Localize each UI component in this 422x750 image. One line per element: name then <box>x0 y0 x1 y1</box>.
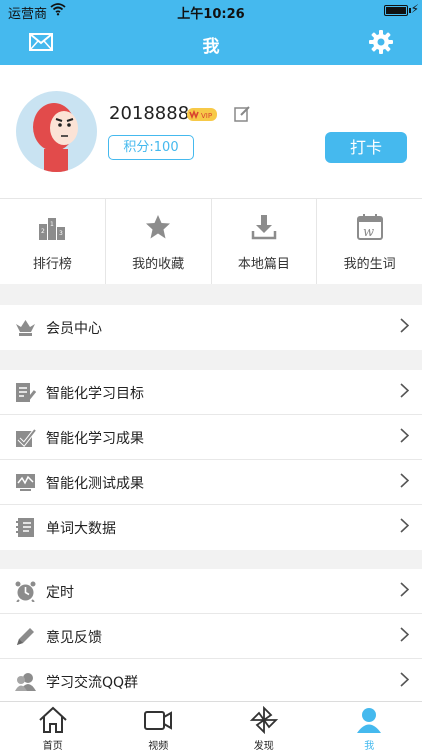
tab-label: 首页 <box>42 741 63 750</box>
svg-text:1: 1 <box>50 221 54 228</box>
menu-item-label: 定时 <box>46 585 74 601</box>
podium-icon: 2 1 3 <box>39 218 66 240</box>
username: 2018888 <box>109 103 190 124</box>
svg-text:3: 3 <box>59 230 63 237</box>
word-calendar-icon: w <box>356 214 383 240</box>
vip-badge: VIP <box>187 108 217 121</box>
tab-label: 我 <box>364 741 375 750</box>
quick-link-label: 我的收藏 <box>132 257 185 272</box>
chevron-right-icon <box>400 318 409 333</box>
menu-item-learning-results[interactable]: 智能化学习成果 <box>0 415 422 460</box>
menu-item-timer[interactable]: 定时 <box>0 569 422 614</box>
menu-item-learning-goals[interactable]: 智能化学习目标 <box>0 370 422 415</box>
checkin-button[interactable]: 打卡 <box>325 132 407 163</box>
charging-icon: ⚡ <box>410 2 419 16</box>
menu-item-label: 智能化学习目标 <box>46 386 144 402</box>
chevron-right-icon <box>400 473 409 488</box>
menu-group-other: 定时 意见反馈 学习交流QQ群 <box>0 569 422 704</box>
tab-label: 发现 <box>253 741 274 750</box>
status-bar: 运营商 上午10:26 ⚡ <box>0 0 422 22</box>
user-icon <box>357 708 382 733</box>
menu-item-label: 智能化测试成果 <box>46 476 144 492</box>
avatar[interactable] <box>16 91 97 172</box>
menu-item-word-data[interactable]: 单词大数据 <box>0 505 422 550</box>
chevron-right-icon <box>400 582 409 597</box>
chart-icon <box>16 474 35 491</box>
quick-link-label: 本地篇目 <box>237 257 290 272</box>
video-icon <box>144 711 173 730</box>
svg-text:w: w <box>363 225 374 240</box>
menu-item-label: 单词大数据 <box>46 521 116 537</box>
menu-item-label: 学习交流QQ群 <box>46 675 139 691</box>
menu-item-member-center[interactable]: 会员中心 <box>0 305 422 350</box>
tab-me[interactable]: 我 <box>317 702 422 750</box>
points-badge: 积分:100 <box>108 135 194 160</box>
tab-label: 视频 <box>148 741 169 750</box>
checkbox-icon <box>16 428 36 448</box>
avatar-figure <box>33 103 78 172</box>
menu-item-feedback[interactable]: 意见反馈 <box>0 614 422 659</box>
menu-item-label: 智能化学习成果 <box>46 431 144 447</box>
tab-bar: 首页 视频 发现 我 <box>0 701 422 750</box>
chevron-right-icon <box>400 428 409 443</box>
download-icon <box>251 215 277 240</box>
chevron-right-icon <box>400 627 409 642</box>
quick-link-local[interactable]: 本地篇目 <box>212 199 318 284</box>
quick-links: 2 1 3 排行榜 我的收藏 本地篇目 w 我的生词 <box>0 198 422 284</box>
menu-group-learning: 智能化学习目标 智能化学习成果 智能化测试成果 单词大数据 <box>0 370 422 550</box>
quick-link-label: 排行榜 <box>32 257 72 272</box>
pencil-icon <box>17 628 34 645</box>
home-icon <box>39 706 67 733</box>
navbar: 我 <box>0 20 422 65</box>
menu-item-qq-group[interactable]: 学习交流QQ群 <box>0 659 422 704</box>
battery-icon <box>384 5 408 16</box>
chevron-right-icon <box>400 518 409 533</box>
tab-video[interactable]: 视频 <box>106 702 212 750</box>
page-title: 我 <box>202 37 220 57</box>
profile-card: 2018888 VIP 积分:100 打卡 <box>0 65 422 198</box>
group-icon <box>15 673 36 691</box>
chevron-right-icon <box>400 672 409 687</box>
star-icon <box>146 215 171 239</box>
crown-icon <box>16 320 35 336</box>
quick-link-favorites[interactable]: 我的收藏 <box>106 199 212 284</box>
pinwheel-icon <box>249 706 278 734</box>
tab-discover[interactable]: 发现 <box>211 702 317 750</box>
gear-icon[interactable] <box>369 30 393 54</box>
vip-badge-text: VIP <box>201 112 212 120</box>
menu-group-membership: 会员中心 <box>0 305 422 350</box>
edit-icon[interactable] <box>234 105 251 122</box>
quick-link-vocabulary[interactable]: w 我的生词 <box>317 199 422 284</box>
chevron-right-icon <box>400 383 409 398</box>
alarm-clock-icon <box>15 581 36 602</box>
notebook-icon <box>16 518 34 537</box>
menu-item-label: 会员中心 <box>46 321 102 337</box>
svg-text:2: 2 <box>41 228 45 235</box>
quick-link-label: 我的生词 <box>343 257 396 272</box>
menu-item-test-results[interactable]: 智能化测试成果 <box>0 460 422 505</box>
quick-link-leaderboard[interactable]: 2 1 3 排行榜 <box>0 199 106 284</box>
menu-item-label: 意见反馈 <box>46 630 102 646</box>
document-edit-icon <box>16 383 36 402</box>
tab-home[interactable]: 首页 <box>0 702 106 750</box>
